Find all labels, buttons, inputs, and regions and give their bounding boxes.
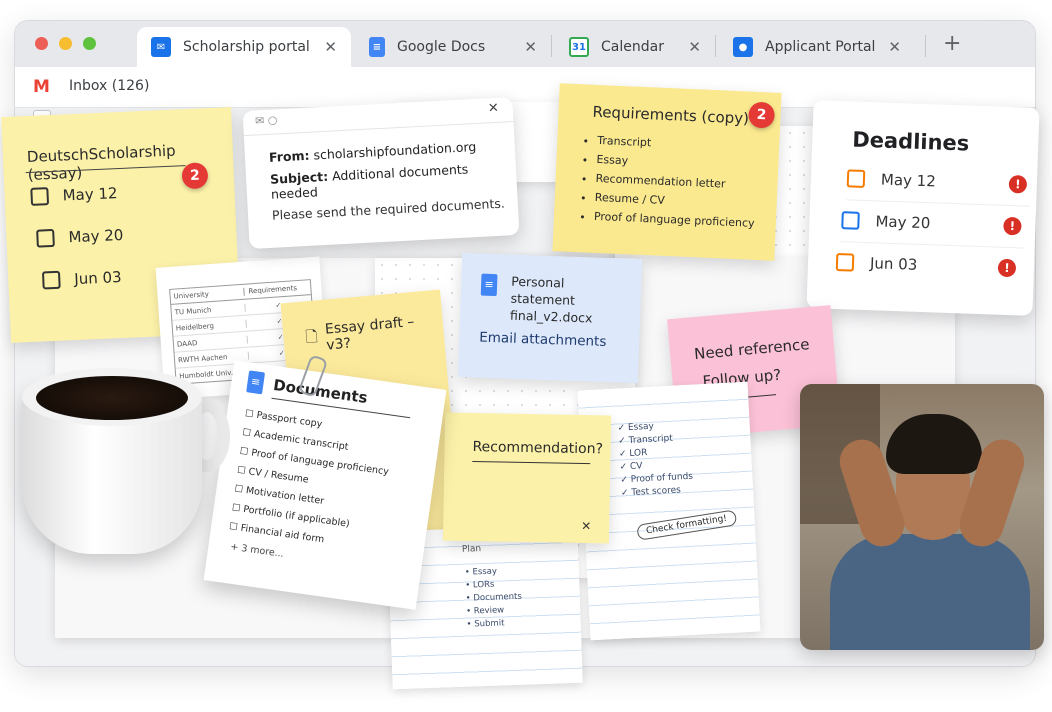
email-popup[interactable]: ✉ ○ ✕ From: scholarshipfoundation.org Su… xyxy=(242,97,520,249)
close-window-button[interactable] xyxy=(35,37,48,50)
close-tab-icon[interactable]: ✕ xyxy=(524,38,537,56)
list-item: • Documents xyxy=(465,591,523,604)
tab-scholarship-portal[interactable]: ✉ Scholarship portal ✕ xyxy=(137,27,351,67)
alert-icon: ! xyxy=(997,258,1017,278)
divider xyxy=(846,199,1031,207)
hair-shape xyxy=(886,414,982,474)
close-popup-button[interactable]: ✕ xyxy=(487,101,499,117)
tab-label: Google Docs xyxy=(397,39,486,55)
tab-label: Calendar xyxy=(601,39,664,55)
table-cell: Heidelberg xyxy=(172,319,247,333)
count-badge: 2 xyxy=(748,101,776,129)
email-subject-line: Subject: Additional documents needed xyxy=(269,159,517,201)
recommendation-note: Recommendation? ✕ xyxy=(442,412,612,544)
close-note-icon[interactable]: ✕ xyxy=(581,519,591,533)
column-header: University xyxy=(170,287,245,301)
coffee-surface xyxy=(36,376,188,420)
check-icon: ✓ xyxy=(277,332,284,342)
divider xyxy=(840,241,1025,249)
document-icon: 🗋 xyxy=(304,326,319,346)
list-item: • Submit xyxy=(466,618,505,630)
check-icon: ✓ xyxy=(275,300,282,310)
tab-label: Applicant Portal xyxy=(765,39,876,55)
deadline-row: May 12 xyxy=(30,184,118,206)
date-text: May 12 xyxy=(880,170,937,191)
calendar-icon xyxy=(41,270,61,290)
gmail-logo-icon: M xyxy=(33,77,50,97)
date-text: May 20 xyxy=(875,212,931,233)
plan-title: Plan xyxy=(461,544,482,555)
requirements-note: Requirements (copy) 2 Transcript Essay R… xyxy=(552,83,782,261)
close-tab-icon[interactable]: ✕ xyxy=(324,38,337,56)
tab-strip: ✉ Scholarship portal ✕ ≡ Google Docs ✕ 3… xyxy=(15,21,1035,67)
date-text: May 20 xyxy=(68,225,124,247)
checklist: ✓ Essay ✓ Transcript ✓ LOR ✓ CV ✓ Proof … xyxy=(617,419,694,501)
calendar-icon xyxy=(835,253,855,272)
from-label: From: xyxy=(268,147,310,165)
tab-separator xyxy=(925,35,926,57)
plan-list: • Essay • LORs • Documents • Review • Su… xyxy=(465,565,523,632)
date-text: Jun 03 xyxy=(869,254,918,274)
tab-google-docs[interactable]: ≡ Google Docs ✕ xyxy=(355,27,551,67)
docs-icon: ≡ xyxy=(480,273,498,297)
count-badge: 2 xyxy=(181,162,209,190)
calendar-icon xyxy=(846,169,866,188)
note-text: Recommendation? xyxy=(472,439,604,458)
calendar-icon xyxy=(30,187,50,206)
note-line: Need reference xyxy=(693,335,811,364)
check-icon: ✓ xyxy=(276,316,283,326)
docs-icon: ≡ xyxy=(246,370,266,395)
formatting-stamp: Check formatting! xyxy=(636,509,738,541)
calendar-icon xyxy=(841,211,860,230)
column-header: Requirements xyxy=(248,284,298,296)
tab-separator xyxy=(551,35,552,57)
deadline-row: Jun 03 xyxy=(41,268,122,290)
deadline-row: May 20 xyxy=(36,226,124,248)
subject-label: Subject: xyxy=(269,168,329,187)
stressed-person-photo xyxy=(800,384,1044,650)
alert-icon: ! xyxy=(1008,174,1028,194)
file-name[interactable]: Personal statement final_v2.docx xyxy=(510,273,632,328)
deadline-row: May 20 ! xyxy=(841,211,1022,236)
inbox-label[interactable]: Inbox (126) xyxy=(69,78,149,94)
tab-label: Scholarship portal xyxy=(183,39,310,55)
minimize-window-button[interactable] xyxy=(59,37,72,50)
coffee-cup-image xyxy=(16,364,246,564)
note-text: Essay draft – v3? xyxy=(324,313,416,354)
tab-calendar[interactable]: 31 Calendar ✕ xyxy=(555,27,715,67)
personal-statement-note: ≡ Personal statement final_v2.docx Email… xyxy=(457,252,643,384)
checklist-item: ✓ Test scores xyxy=(620,485,682,499)
deadline-row: Jun 03 ! xyxy=(835,253,1017,278)
close-tab-icon[interactable]: ✕ xyxy=(888,38,901,56)
note-title: Requirements (copy) xyxy=(592,102,750,128)
tab-separator xyxy=(715,35,716,57)
docs-icon: ≡ xyxy=(369,37,385,57)
underline xyxy=(472,461,591,465)
close-tab-icon[interactable]: ✕ xyxy=(688,38,701,56)
check-icon: ✓ xyxy=(278,348,285,357)
deadlines-card: Deadlines May 12 ! May 20 ! Jun 03 ! xyxy=(806,100,1040,316)
table-cell: TU Munich xyxy=(171,303,246,317)
maximize-window-button[interactable] xyxy=(83,37,96,50)
table-cell: DAAD xyxy=(173,335,249,349)
shirt-shape xyxy=(830,534,1030,650)
date-text: Jun 03 xyxy=(73,268,122,289)
calendar-icon xyxy=(36,228,55,248)
email-attachments-link[interactable]: Email attachments xyxy=(479,330,607,350)
alert-icon: ! xyxy=(1003,216,1022,236)
from-value: scholarshipfoundation.org xyxy=(313,138,477,163)
gmail-icon: ✉ xyxy=(151,37,171,57)
new-tab-button[interactable]: + xyxy=(943,31,961,56)
tab-applicant-portal[interactable]: ● Applicant Portal ✕ xyxy=(719,27,915,67)
person-icon: ● xyxy=(733,37,753,57)
email-from-line: From: scholarshipfoundation.org xyxy=(269,139,477,165)
mail-icon: ✉ ○ xyxy=(254,113,278,128)
documents-checklist: ☐ Passport copy ☐ Academic transcript ☐ … xyxy=(228,404,395,557)
card-title: Deadlines xyxy=(851,127,970,156)
essay-draft-label: 🗋 Essay draft – v3? xyxy=(304,311,444,355)
date-text: May 12 xyxy=(62,184,118,205)
requirements-list: Transcript Essay Recommendation letter R… xyxy=(580,130,759,233)
deadline-row: May 12 ! xyxy=(846,169,1028,194)
calendar-icon: 31 xyxy=(569,37,589,57)
